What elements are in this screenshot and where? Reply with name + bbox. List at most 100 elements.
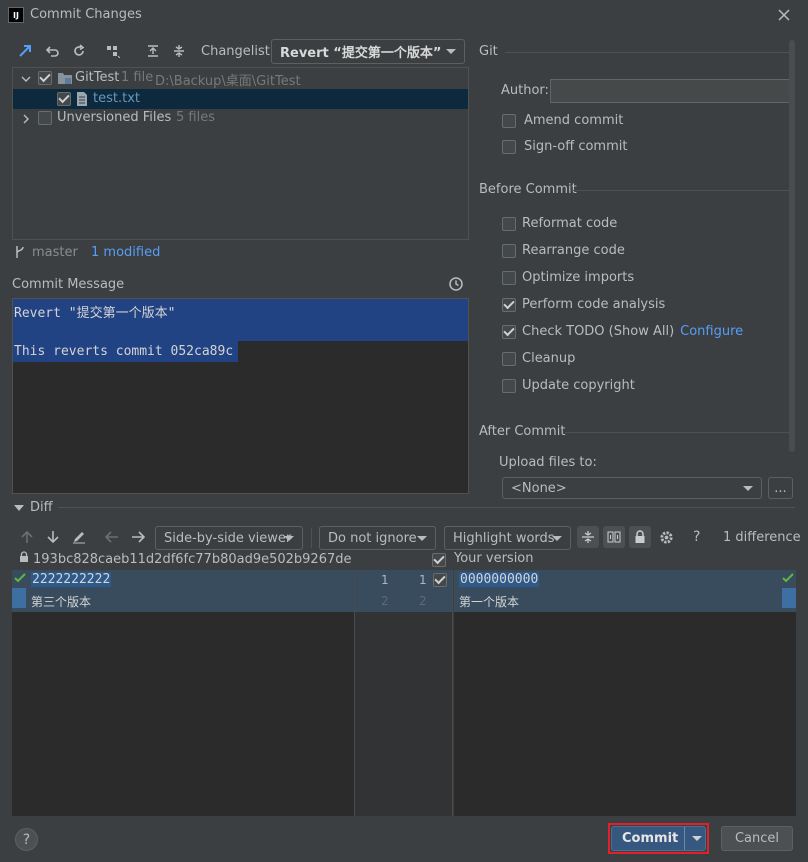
chevron-down-icon [552, 536, 562, 541]
left-line-2: 第三个版本 [31, 595, 92, 609]
unversioned-checkbox[interactable] [38, 111, 52, 125]
whitespace-select[interactable]: Do not ignore [319, 526, 436, 550]
branch-icon [14, 245, 26, 263]
title-bar: IJ Commit Changes [0, 0, 808, 30]
changelist-label: Changelist: [201, 44, 275, 59]
todo-checkbox[interactable] [502, 324, 516, 339]
update-copyright-option[interactable]: Update copyright [502, 378, 635, 393]
history-clock-icon[interactable] [447, 275, 465, 293]
after-commit-divider [565, 432, 795, 433]
close-icon[interactable] [775, 6, 793, 24]
amend-label: Amend commit [524, 113, 624, 128]
changelist-value: Revert “提交第一个版本” [280, 46, 442, 61]
branch-status: master 1 modified [12, 243, 472, 263]
commit-message-editor[interactable]: Revert "提交第一个版本" This reverts commit 052… [12, 298, 469, 494]
test-txt-checkbox[interactable] [57, 92, 71, 106]
cancel-button[interactable]: Cancel [721, 826, 793, 851]
upload-value: <None> [511, 480, 567, 496]
right-line-1: 0000000000 [459, 572, 540, 587]
copyright-checkbox[interactable] [502, 378, 516, 393]
diff-collapse-toggle[interactable]: Diff [14, 500, 53, 515]
browse-button[interactable]: ... [768, 477, 793, 499]
settings-gear-icon[interactable] [656, 527, 676, 547]
refresh-icon[interactable] [70, 42, 88, 60]
chevron-down-icon[interactable] [692, 836, 702, 841]
intellij-logo-icon: IJ [8, 7, 24, 23]
chevron-down-icon [284, 536, 294, 541]
left-revision-hash: 193bc828caeb11d2df6fc77b80ad9e502b9267de [33, 551, 352, 567]
check-todo-option[interactable]: Check TODO (Show All) Configure [502, 324, 743, 339]
your-version-checkbox[interactable] [432, 553, 446, 567]
rollback-icon[interactable] [44, 42, 62, 60]
unversioned-label: Unversioned Files [57, 110, 172, 125]
commit-button[interactable]: Commit [611, 826, 706, 851]
arrow-down-icon[interactable] [44, 528, 62, 546]
before-commit-title: Before Commit [479, 182, 577, 197]
analysis-checkbox[interactable] [502, 297, 516, 312]
gittest-checkbox[interactable] [38, 71, 52, 85]
difference-count: 1 difference [723, 530, 801, 545]
apply-change-checkbox[interactable] [433, 573, 447, 587]
analysis-label: Perform code analysis [522, 297, 666, 312]
edit-pencil-icon[interactable] [70, 528, 88, 546]
tree-row-test-txt[interactable]: test.txt [13, 89, 468, 109]
highlight-select[interactable]: Highlight words [444, 526, 571, 550]
arrow-left-icon[interactable] [103, 528, 121, 546]
amend-checkbox[interactable] [502, 113, 516, 128]
diff-help-icon[interactable]: ? [693, 529, 700, 545]
changelist-select[interactable]: Revert “提交第一个版本” [271, 39, 465, 64]
signoff-commit-option[interactable]: Sign-off commit [502, 139, 627, 154]
check-icon [782, 572, 794, 587]
diff-gutter: 1 1 2 2 [354, 570, 453, 816]
viewer-value: Side-by-side viewer [164, 530, 292, 546]
rearrange-checkbox[interactable] [502, 243, 516, 258]
gutter-left-1: 1 [381, 573, 389, 587]
reformat-option[interactable]: Reformat code [502, 216, 617, 231]
tree-row-unversioned[interactable]: Unversioned Files 5 files [13, 109, 468, 128]
help-button[interactable]: ? [15, 828, 38, 851]
cleanup-option[interactable]: Cleanup [502, 351, 575, 366]
show-diff-icon[interactable] [16, 42, 34, 60]
gittest-path: D:\Backup\桌面\GitTest [155, 74, 301, 89]
optimize-label: Optimize imports [522, 270, 635, 285]
chevron-down-icon[interactable] [21, 73, 31, 88]
viewer-select[interactable]: Side-by-side viewer [155, 526, 303, 550]
author-field[interactable] [550, 79, 790, 103]
arrow-up-icon[interactable] [18, 528, 36, 546]
modified-count[interactable]: 1 modified [91, 245, 160, 260]
check-icon [14, 572, 26, 587]
left-line-1: 2222222222 [31, 572, 112, 587]
signoff-checkbox[interactable] [502, 139, 516, 154]
commit-message-line-2: This reverts commit 052ca89c [14, 344, 234, 359]
optimize-checkbox[interactable] [502, 270, 516, 285]
amend-commit-option[interactable]: Amend commit [502, 113, 623, 128]
arrow-right-icon[interactable] [129, 528, 147, 546]
branch-name[interactable]: master [32, 245, 78, 260]
reformat-checkbox[interactable] [502, 216, 516, 231]
collapse-all-icon[interactable] [170, 42, 188, 60]
diff-title: Diff [30, 500, 53, 515]
upload-select[interactable]: <None> [502, 477, 762, 499]
chevron-down-icon [446, 49, 456, 54]
options-scrollbar[interactable] [789, 40, 795, 452]
gutter-right-2: 2 [419, 594, 427, 608]
cleanup-checkbox[interactable] [502, 351, 516, 366]
lock-icon[interactable] [629, 526, 651, 548]
tree-row-gittest[interactable]: GitTest 1 file D:\Backup\桌面\GitTest [13, 69, 468, 89]
group-by-icon[interactable] [104, 42, 122, 60]
diff-left-pane[interactable]: 2222222222 第三个版本 [12, 570, 354, 816]
rearrange-option[interactable]: Rearrange code [502, 243, 625, 258]
rearrange-label: Rearrange code [522, 243, 625, 258]
code-analysis-option[interactable]: Perform code analysis [502, 297, 665, 312]
sync-scroll-icon[interactable] [603, 526, 625, 548]
expand-all-icon[interactable] [144, 42, 162, 60]
chevron-right-icon[interactable] [21, 113, 31, 128]
configure-link[interactable]: Configure [680, 324, 743, 339]
collapse-unchanged-icon[interactable] [577, 526, 599, 548]
optimize-imports-option[interactable]: Optimize imports [502, 270, 634, 285]
commit-button-label: Commit [622, 831, 679, 846]
diff-right-pane[interactable]: 0000000000 第一个版本 [454, 570, 796, 816]
gittest-label: GitTest [75, 70, 120, 85]
git-section-title: Git [479, 44, 498, 59]
whitespace-value: Do not ignore [328, 530, 417, 546]
